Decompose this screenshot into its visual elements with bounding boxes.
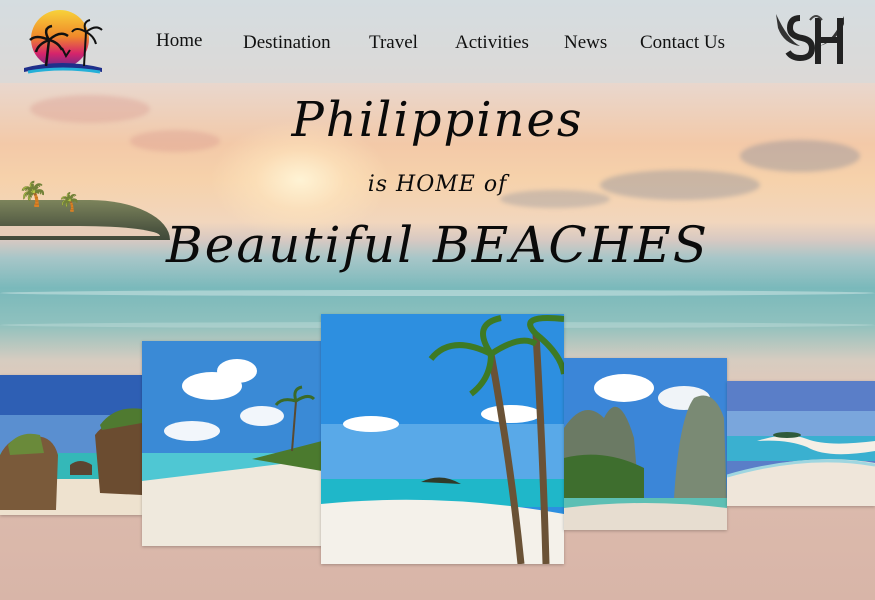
hero-title-line2: is HOME of [367,172,508,197]
sh-monogram-logo-icon[interactable] [770,10,850,70]
nav-activities[interactable]: Activities [455,32,529,54]
sandbar-photo[interactable] [727,381,875,506]
hero-title-line3: Beautiful BEACHES [166,216,709,274]
wave-foam [0,290,875,296]
palm-beach-photo[interactable] [321,314,564,564]
nav-contact-us[interactable]: Contact Us [640,32,725,54]
top-nav: Home Destination Travel Activities News … [0,0,875,83]
nav-destination[interactable]: Destination [243,32,331,54]
white-sand-beach-photo[interactable] [142,341,322,546]
nav-home[interactable]: Home [156,30,202,52]
hero-title-line1: Philippines [291,92,584,148]
limestone-cove-photo[interactable] [564,358,727,530]
rocky-beach-photo[interactable] [0,375,142,515]
nav-news[interactable]: News [564,32,607,54]
main-menu: Home Destination Travel Activities News … [0,26,875,56]
nav-travel[interactable]: Travel [369,32,418,54]
